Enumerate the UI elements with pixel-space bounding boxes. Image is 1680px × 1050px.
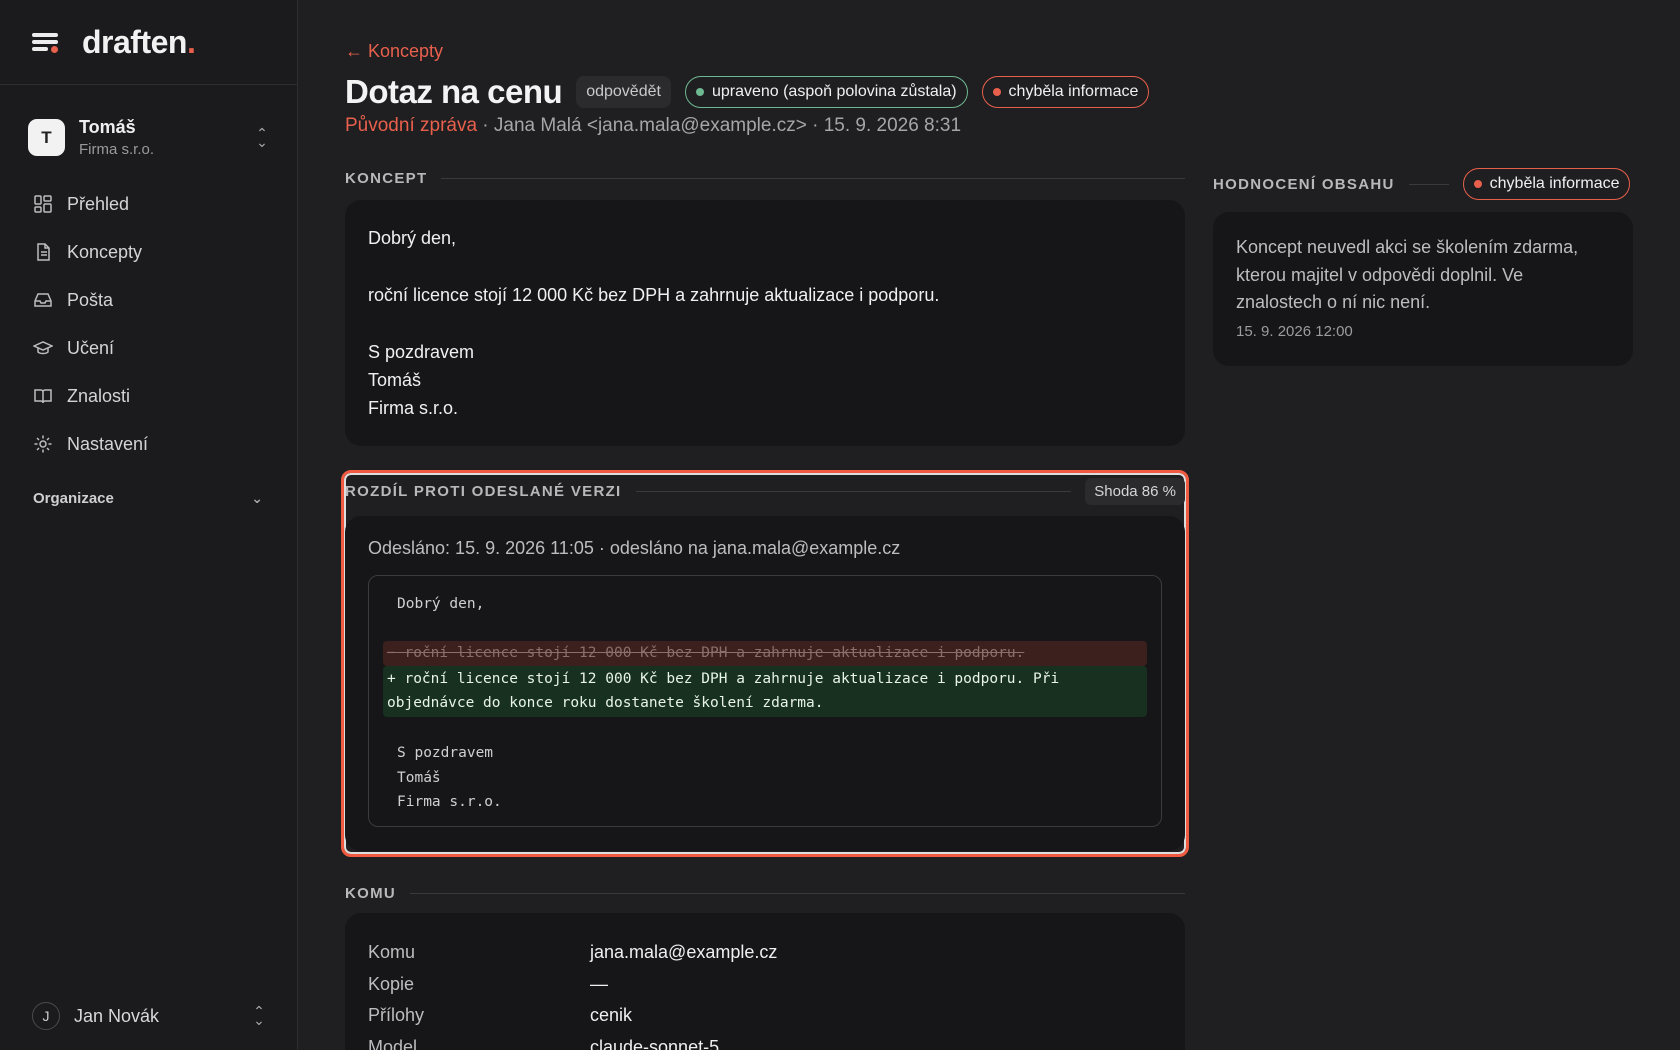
recipient-row: Model claude-sonnet-5 xyxy=(368,1032,1162,1050)
sidebar-item-znalosti[interactable]: Znalosti xyxy=(0,372,297,420)
sidebar-nav: Přehled Koncepty Pošta Učení Znalosti Na… xyxy=(0,176,297,524)
row-key: Kopie xyxy=(368,973,415,994)
diff-line-blank xyxy=(383,717,1147,742)
avatar: J xyxy=(32,1002,60,1030)
inbox-icon xyxy=(34,293,52,307)
sidebar-item-label: Učení xyxy=(67,337,115,358)
back-link[interactable]: ← Koncepty xyxy=(345,41,443,62)
title-row: Dotaz na cenu odpovědět upraveno (aspoň … xyxy=(345,73,1163,111)
diff-line-blank xyxy=(383,617,1147,642)
book-icon xyxy=(34,389,52,404)
concept-signature-name: Tomáš xyxy=(368,370,422,390)
concept-greeting: Dobrý den, xyxy=(368,228,457,248)
sidebar: draften. T Tomáš Firma s.r.o. ⌃ ⌄ Přehled… xyxy=(0,0,298,1050)
rating-card: Koncept neuvedl akci se školením zdarma,… xyxy=(1213,212,1633,366)
sent-info: Odesláno: 15. 9. 2026 11:05 · odesláno n… xyxy=(368,538,901,558)
recipient-row: Kopie — xyxy=(368,969,1162,1001)
row-key: Komu xyxy=(368,942,416,962)
sidebar-item-posta[interactable]: Pošta xyxy=(0,276,297,324)
section-label: Organizace xyxy=(33,489,114,507)
account-avatar: T xyxy=(28,119,65,156)
diff-line: S pozdravem xyxy=(397,745,494,761)
dashboard-icon xyxy=(34,195,52,213)
row-value: claude-sonnet-5 xyxy=(590,1036,720,1050)
user-name: Jan Novák xyxy=(74,1005,160,1026)
diff-section-label: ROZDÍL PROTI ODESLANÉ VERZI Shoda 86 % xyxy=(345,478,1185,505)
sidebar-item-label: Koncepty xyxy=(67,241,143,262)
document-icon xyxy=(37,243,50,261)
diff-code-box: Dobrý den, − roční licence stojí 12 000 … xyxy=(368,575,1162,827)
status-badge-edited: upraveno (aspoň polovina zůstala) xyxy=(684,76,968,108)
chevron-updown-icon[interactable]: ⌃ ⌄ xyxy=(255,126,269,149)
rating-badge: chyběla informace xyxy=(1462,168,1631,200)
diff-line: Tomáš xyxy=(397,769,441,786)
account-name: Tomáš xyxy=(79,117,136,137)
chevron-down-icon: ⌄ xyxy=(251,489,263,506)
concept-closing: S pozdravem xyxy=(368,342,475,362)
brand[interactable]: draften. xyxy=(0,0,297,85)
diff-line: Firma s.r.o. xyxy=(397,794,502,810)
rating-header: HODNOCENÍ OBSAHU chyběla informace xyxy=(1213,168,1635,200)
sidebar-item-label: Znalosti xyxy=(67,385,131,406)
recipient-row: Přílohy cenik xyxy=(368,1000,1162,1032)
match-badge: Shoda 86 % xyxy=(1085,478,1185,505)
sidebar-item-label: Nastavení xyxy=(67,433,149,454)
row-key: Model xyxy=(368,1036,418,1050)
sidebar-item-nastaveni[interactable]: Nastavení xyxy=(0,420,297,468)
rating-date: 15. 9. 2026 12:00 xyxy=(1236,322,1353,340)
sidebar-item-koncepty[interactable]: Koncepty xyxy=(0,228,297,276)
sidebar-item-uceni[interactable]: Učení xyxy=(0,324,297,372)
row-value: cenik xyxy=(590,1005,633,1025)
user-menu[interactable]: J Jan Novák ⌃ ⌄ xyxy=(0,1002,298,1030)
recipients-card: Komu jana.mala@example.cz Kopie — Příloh… xyxy=(345,913,1185,1050)
status-badge-missing: chyběla informace xyxy=(981,76,1150,108)
concept-card: Dobrý den, roční licence stojí 12 000 Kč… xyxy=(345,200,1185,446)
graduation-cap-icon xyxy=(33,341,53,355)
concept-section-label: KONCEPT xyxy=(345,170,1185,187)
message-meta-text: · Jana Malá <jana.mala@example.cz> · 15.… xyxy=(477,115,962,136)
row-value: — xyxy=(590,973,608,994)
diff-card: Odesláno: 15. 9. 2026 11:05 · odesláno n… xyxy=(345,516,1185,851)
sidebar-item-label: Přehled xyxy=(67,193,130,214)
diff-line-removed: − roční licence stojí 12 000 Kč bez DPH … xyxy=(383,641,1147,666)
concept-signature-company: Firma s.r.o. xyxy=(368,398,459,418)
account-company: Firma s.r.o. xyxy=(79,141,155,158)
original-message-link[interactable]: Původní zpráva xyxy=(345,115,477,136)
row-key: Přílohy xyxy=(368,1005,425,1025)
rating-section-label: HODNOCENÍ OBSAHU xyxy=(1213,175,1395,193)
menu-icon[interactable] xyxy=(32,31,58,53)
rating-text: Koncept neuvedl akci se školením zdarma,… xyxy=(1236,237,1579,312)
account-switcher[interactable]: T Tomáš Firma s.r.o. ⌃ ⌄ xyxy=(0,85,297,176)
message-meta: Původní zpráva · Jana Malá <jana.mala@ex… xyxy=(345,115,961,137)
diff-line-added: + roční licence stojí 12 000 Kč bez DPH … xyxy=(383,665,1147,717)
chevron-updown-icon[interactable]: ⌃ ⌄ xyxy=(252,1004,266,1027)
recipients-section-label: KOMU xyxy=(345,885,1185,902)
concept-body: roční licence stojí 12 000 Kč bez DPH a … xyxy=(368,285,940,305)
sidebar-section-organizace[interactable]: Organizace ⌄ xyxy=(0,472,297,524)
diff-line: Dobrý den, xyxy=(397,596,485,612)
gear-icon xyxy=(34,435,52,453)
sidebar-item-prehled[interactable]: Přehled xyxy=(0,180,297,228)
page-title: Dotaz na cenu xyxy=(345,73,563,110)
type-tag: odpovědět xyxy=(576,76,671,108)
recipient-row: Komu jana.mala@example.cz xyxy=(368,937,1162,969)
row-value: jana.mala@example.cz xyxy=(590,942,778,962)
logo: draften. xyxy=(82,23,196,60)
sidebar-item-label: Pošta xyxy=(67,289,114,310)
